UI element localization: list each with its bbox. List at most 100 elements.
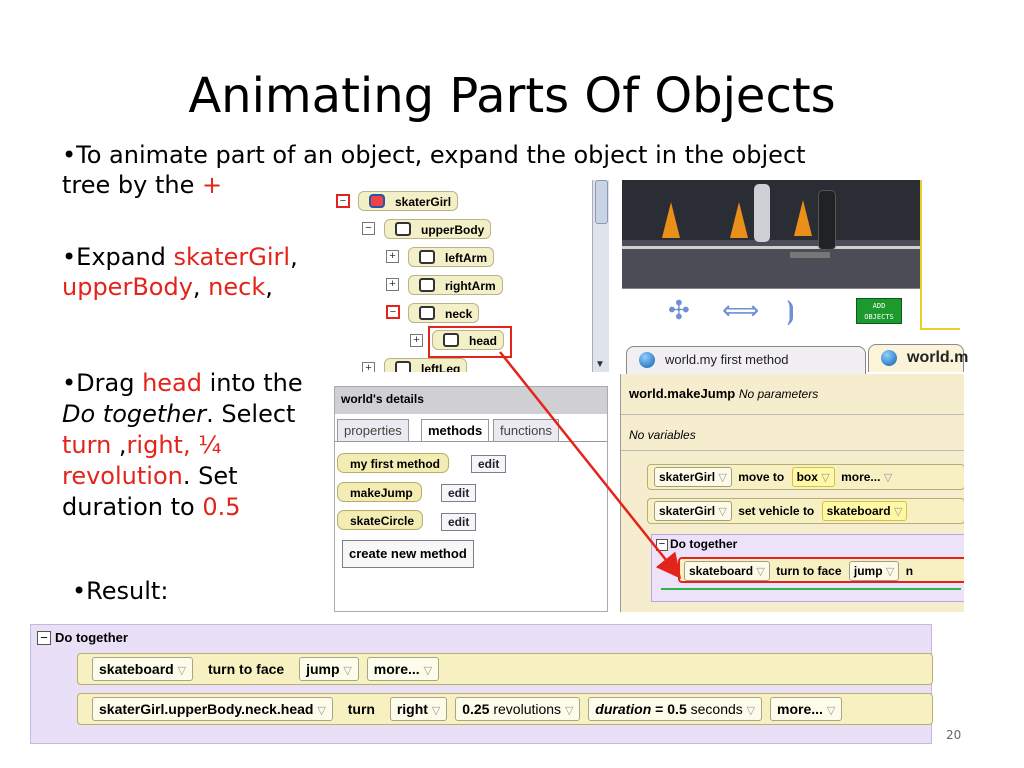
bullet-3-value: 0.5 xyxy=(202,493,241,521)
target-name: box xyxy=(796,470,818,484)
result-statement-turn[interactable]: skaterGirl.upperBody.neck.head ▽ turn ri… xyxy=(77,693,933,725)
tree-node-label: rightArm xyxy=(445,279,496,293)
duration-label: duration xyxy=(595,701,652,717)
target-dropdown[interactable]: box ▽ xyxy=(791,467,835,487)
details-header: world's details xyxy=(335,387,607,414)
dropdown-arrow-icon: ▽ xyxy=(564,705,574,717)
collapse-icon[interactable]: − xyxy=(656,539,668,551)
more-dropdown[interactable]: more... xyxy=(841,470,880,484)
direction-dropdown[interactable]: right ▽ xyxy=(389,697,448,721)
result-statement-turn-to-face[interactable]: skateboard ▽ turn to face jump ▽ more...… xyxy=(77,653,933,685)
bullet-3-turn: turn xyxy=(62,431,112,459)
create-new-method-button[interactable]: create new method xyxy=(342,540,474,568)
target-dropdown[interactable]: jump ▽ xyxy=(848,561,900,581)
scroll-thumb[interactable] xyxy=(595,180,608,224)
road-line xyxy=(622,246,922,249)
verb-label: turn xyxy=(347,701,375,717)
tree-node-skatergirl[interactable]: skaterGirl xyxy=(358,191,459,211)
statement-turn-to-face[interactable]: skateboard ▽ turn to face jump ▽ n xyxy=(678,557,964,583)
method-name: world.makeJump xyxy=(629,386,736,401)
more-label: more... xyxy=(777,701,823,717)
tree-node-label: neck xyxy=(445,307,473,321)
method-skatecircle[interactable]: skateCircle xyxy=(337,510,424,530)
expand-neck-icon[interactable]: − xyxy=(386,305,400,319)
expand-head-icon[interactable]: + xyxy=(410,334,423,347)
property-label: vehicle xyxy=(758,504,800,518)
method-params: No parameters xyxy=(738,387,819,401)
object-dropdown[interactable]: skateboard ▽ xyxy=(684,561,770,581)
method-my-first-method[interactable]: my first method xyxy=(337,453,450,473)
expand-skatergirl-icon[interactable]: − xyxy=(336,194,350,208)
duration-dropdown[interactable]: duration = 0.5 seconds ▽ xyxy=(588,697,763,721)
tab-functions[interactable]: functions xyxy=(493,419,560,442)
add-objects-button[interactable]: ADD OBJECTS xyxy=(856,298,902,324)
target-name: jump xyxy=(306,661,340,677)
tree-node-rightarm[interactable]: rightArm xyxy=(408,275,503,295)
statement-move-to[interactable]: skaterGirl ▽ move to box ▽ more... ▽ xyxy=(647,464,964,490)
move-camera-icon[interactable]: ✣ xyxy=(668,297,690,323)
expand-leftleg-icon[interactable]: + xyxy=(362,362,375,372)
tab-divider xyxy=(335,441,607,442)
cone-icon xyxy=(662,202,680,238)
target-dropdown[interactable]: jump ▽ xyxy=(299,657,359,681)
edit-button[interactable]: edit xyxy=(441,484,477,502)
verb-label: set xyxy=(738,504,756,518)
dropdown-arrow-icon: ▽ xyxy=(343,665,352,677)
tree-node-label: skaterGirl xyxy=(395,195,452,209)
world-3d-view[interactable] xyxy=(622,180,922,288)
tab-properties[interactable]: properties xyxy=(337,419,409,442)
expand-leftarm-icon[interactable]: + xyxy=(386,250,399,263)
dropdown-arrow-icon: ▽ xyxy=(718,506,727,518)
tree-node-leftleg[interactable]: leftLeg xyxy=(384,358,468,372)
part-icon xyxy=(419,250,435,264)
tree-node-leftarm[interactable]: leftArm xyxy=(408,247,495,267)
bullet-2-upperbody: upperBody xyxy=(62,273,193,301)
skateboard-model xyxy=(790,252,830,258)
bullet-3-select: . Select xyxy=(206,400,296,428)
dropdown-arrow-icon: ▽ xyxy=(893,506,903,518)
bullet-4: •Result: xyxy=(72,577,169,605)
tab-world-makejump[interactable]: world.m xyxy=(868,344,968,372)
duration-unit: seconds xyxy=(690,701,743,717)
edit-button[interactable]: edit xyxy=(441,513,477,531)
object-dropdown[interactable]: skateboard ▽ xyxy=(92,657,194,681)
method-makejump[interactable]: makeJump xyxy=(337,482,422,502)
expand-rightarm-icon[interactable]: + xyxy=(386,278,399,291)
tab-methods[interactable]: methods xyxy=(421,419,490,442)
rotate-camera-icon[interactable]: ⦘ xyxy=(786,297,795,323)
tree-node-head[interactable]: head xyxy=(432,330,505,350)
pan-camera-icon[interactable]: ⟺ xyxy=(722,297,759,323)
edit-button[interactable]: edit xyxy=(471,455,507,473)
dropdown-arrow-icon: ▽ xyxy=(423,665,433,677)
bullet-1-line-1: •To animate part of an object, expand th… xyxy=(62,141,806,169)
tab-my-first-method[interactable]: world.my first method xyxy=(626,346,866,374)
dropdown-arrow-icon: ▽ xyxy=(431,705,441,717)
duration-value: 0.5 xyxy=(667,701,687,717)
dropdown-arrow-icon: ▽ xyxy=(885,566,895,578)
page-number: 20 xyxy=(946,728,962,742)
more-dropdown[interactable]: more... ▽ xyxy=(366,657,440,681)
dropdown-arrow-icon: ▽ xyxy=(317,705,326,717)
amount-unit: revolutions xyxy=(493,701,562,717)
tab-label: world.m xyxy=(907,349,969,366)
object-dropdown[interactable]: skaterGirl ▽ xyxy=(654,501,732,521)
object-dropdown[interactable]: skaterGirl.upperBody.neck.head ▽ xyxy=(92,697,333,721)
target-dropdown[interactable]: skateboard ▽ xyxy=(821,501,908,521)
bullet-2-prefix: •Expand xyxy=(62,243,174,271)
bullet-2-skatergirl: skaterGirl xyxy=(173,243,291,271)
scroll-down-arrow-icon[interactable]: ▼ xyxy=(595,359,605,370)
tree-node-neck[interactable]: neck xyxy=(408,303,480,323)
tree-node-upperbody[interactable]: upperBody xyxy=(384,219,492,239)
expand-upperbody-icon[interactable]: − xyxy=(362,222,375,235)
tree-scrollbar[interactable]: ▼ xyxy=(592,180,609,372)
statement-set-vehicle[interactable]: skaterGirl ▽ set vehicle to skateboard ▽ xyxy=(647,498,964,524)
more-dropdown[interactable]: more... ▽ xyxy=(770,697,843,721)
object-tree: − skaterGirl − upperBody + leftArm + rig… xyxy=(330,180,610,372)
bullet-2-sep-2: , xyxy=(192,273,209,301)
do-together-block[interactable]: − Do together skateboard ▽ turn to face … xyxy=(651,534,964,602)
object-dropdown[interactable]: skaterGirl ▽ xyxy=(654,467,732,487)
dropdown-arrow-icon: ▽ xyxy=(756,566,765,578)
bullet-1-line-2: tree by the xyxy=(62,171,202,199)
collapse-icon[interactable]: − xyxy=(37,631,51,645)
amount-dropdown[interactable]: 0.25 revolutions ▽ xyxy=(455,697,581,721)
